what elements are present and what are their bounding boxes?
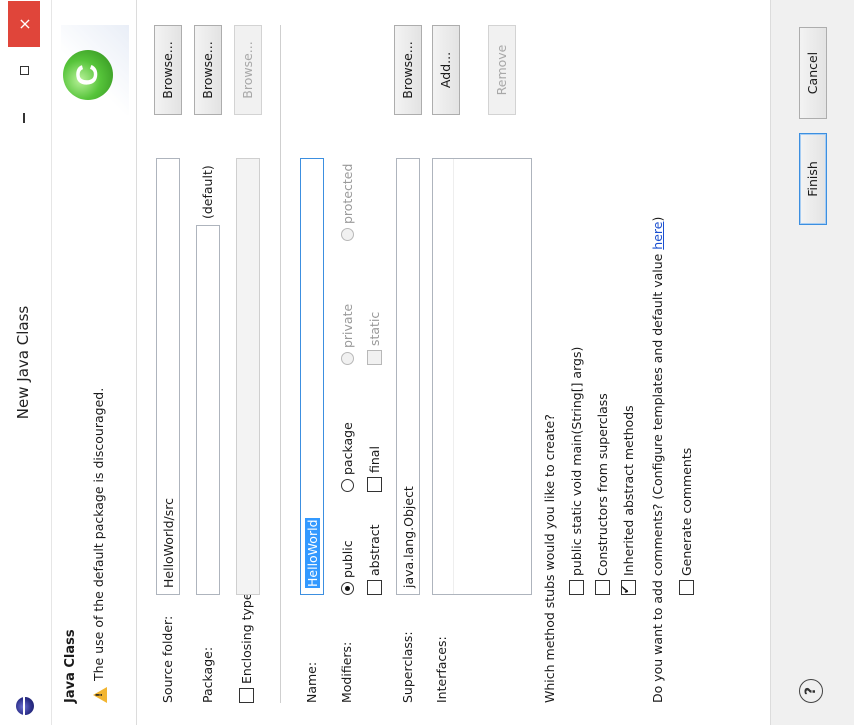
remove-interface-button[interactable]: Remove (488, 25, 516, 115)
static-label: static (367, 311, 382, 347)
enclosing-type-checkbox[interactable] (239, 688, 254, 703)
stubs-question: Which method stubs would you like to cre… (542, 414, 557, 703)
public-label: public (340, 540, 355, 579)
close-button[interactable]: × (8, 1, 40, 47)
comments-question: Do you want to add comments? (Configure … (650, 217, 665, 703)
java-class-logo-icon: C (63, 50, 113, 100)
superclass-field[interactable]: java.lang.Object (396, 158, 420, 595)
stub-inherited-checkbox[interactable] (621, 580, 636, 595)
modifier-protected-option[interactable]: protected (339, 164, 355, 241)
stub-constructors-label: Constructors from superclass (595, 393, 610, 577)
abstract-label: abstract (367, 524, 382, 577)
abstract-checkbox[interactable] (367, 580, 382, 595)
finish-button[interactable]: Finish (799, 133, 827, 225)
wizard-banner: Java Class The use of the default packag… (53, 0, 137, 725)
comments-question-text: Do you want to add comments? (Configure … (650, 249, 665, 703)
close-icon: × (14, 17, 34, 31)
separator (280, 25, 281, 703)
package-field[interactable] (196, 225, 220, 595)
interfaces-label: Interfaces: (434, 636, 449, 703)
enclosing-type-browse-button[interactable]: Browse... (234, 25, 262, 115)
name-field[interactable]: HelloWorld (300, 158, 324, 595)
package-radio[interactable] (341, 479, 354, 492)
package-browse-button[interactable]: Browse... (194, 25, 222, 115)
modifier-final-option[interactable]: final (366, 446, 382, 492)
new-java-class-dialog: New Java Class × Java Class The use of t… (0, 0, 854, 725)
superclass-browse-button[interactable]: Browse... (394, 25, 422, 115)
generate-comments-option[interactable]: Generate comments (678, 448, 694, 595)
source-folder-field[interactable]: HelloWorld/src (156, 158, 180, 595)
wizard-message: The use of the default package is discou… (91, 387, 106, 681)
modifier-abstract-option[interactable]: abstract (366, 524, 382, 595)
minimize-icon (23, 113, 25, 123)
package-label: Package: (200, 646, 215, 703)
modifier-public-option[interactable]: public (339, 540, 355, 595)
minimize-button[interactable] (8, 95, 40, 141)
stub-inherited-label: Inherited abstract methods (621, 405, 636, 577)
stub-constructors-checkbox[interactable] (595, 580, 610, 595)
source-folder-browse-button[interactable]: Browse... (154, 25, 182, 115)
cancel-button[interactable]: Cancel (799, 27, 827, 119)
stub-main-option[interactable]: public static void main(String[] args) (568, 347, 584, 595)
modifiers-label: Modifiers: (339, 641, 354, 703)
add-interface-button[interactable]: Add... (432, 25, 460, 115)
name-value: HelloWorld (305, 518, 320, 588)
generate-comments-label: Generate comments (679, 447, 694, 577)
package-default-hint: (default) (200, 165, 215, 219)
superclass-label: Superclass: (400, 631, 415, 703)
stub-main-label: public static void main(String[] args) (569, 346, 584, 577)
warning-icon (93, 687, 107, 703)
maximize-button[interactable] (8, 48, 40, 94)
enclosing-type-field[interactable] (236, 158, 260, 595)
public-radio[interactable] (341, 582, 354, 595)
modifier-package-option[interactable]: package (339, 422, 355, 492)
comments-question-end: ) (650, 216, 665, 222)
logo-letter: C (71, 64, 104, 86)
interfaces-list-header-row (433, 159, 454, 594)
final-label: final (367, 446, 382, 474)
stub-main-checkbox[interactable] (569, 580, 584, 595)
title-bar: New Java Class × (0, 0, 52, 725)
modifier-static-option[interactable]: static (366, 312, 382, 365)
help-icon[interactable]: ? (799, 679, 823, 703)
wizard-page-title: Java Class (63, 629, 78, 703)
interfaces-list[interactable] (432, 158, 532, 595)
stub-constructors-option[interactable]: Constructors from superclass (594, 393, 610, 595)
enclosing-type-label: Enclosing type: (239, 588, 254, 685)
stub-inherited-option[interactable]: Inherited abstract methods (620, 405, 636, 595)
protected-label: protected (340, 163, 355, 225)
protected-radio[interactable] (341, 228, 354, 241)
name-label: Name: (304, 661, 319, 703)
final-checkbox[interactable] (367, 477, 382, 492)
private-label: private (340, 303, 355, 349)
button-bar: ? Finish Cancel (770, 0, 854, 725)
modifier-private-option[interactable]: private (339, 304, 355, 365)
package-visibility-label: package (340, 422, 355, 476)
private-radio[interactable] (341, 352, 354, 365)
configure-templates-link[interactable]: here (650, 222, 665, 250)
maximize-icon (19, 66, 29, 76)
source-folder-label: Source folder: (160, 615, 175, 703)
enclosing-type-option[interactable]: Enclosing type: (238, 588, 254, 703)
static-checkbox[interactable] (367, 350, 382, 365)
generate-comments-checkbox[interactable] (679, 580, 694, 595)
